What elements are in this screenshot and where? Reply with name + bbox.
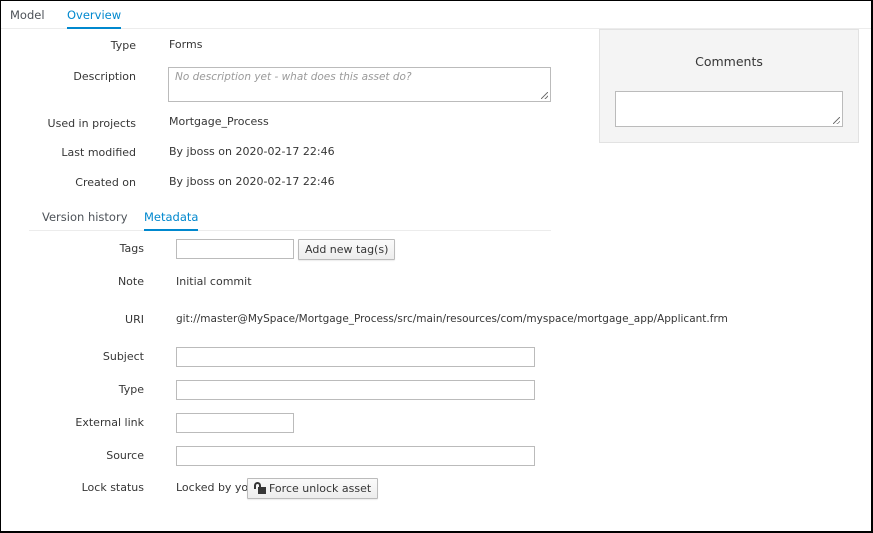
external-link-input[interactable] [176, 413, 294, 433]
description-label: Description [73, 70, 136, 83]
meta-type-input[interactable] [176, 380, 535, 400]
comments-panel: Comments [599, 29, 859, 143]
tags-input[interactable] [176, 239, 294, 259]
subject-input[interactable] [176, 347, 535, 367]
sub-tab-bar: Version history Metadata [29, 205, 551, 231]
add-tags-button[interactable]: Add new tag(s) [298, 239, 396, 260]
lock-status-value: Locked by you [176, 481, 256, 494]
source-label: Source [106, 449, 144, 462]
comments-title: Comments [695, 54, 763, 69]
uri-value: git://master@MySpace/Mortgage_Process/sr… [176, 313, 728, 325]
meta-type-label: Type [118, 383, 144, 396]
comments-input[interactable] [615, 91, 843, 127]
lock-status-label: Lock status [81, 481, 144, 494]
last-modified-value: By jboss on 2020-02-17 22:46 [169, 145, 335, 158]
tab-model[interactable]: Model [10, 8, 45, 28]
top-tab-bar: Model Overview [1, 1, 871, 29]
type-value: Forms [169, 38, 203, 51]
tab-version-history[interactable]: Version history [42, 210, 128, 230]
used-in-projects-label: Used in projects [47, 117, 136, 130]
used-in-projects-value: Mortgage_Process [169, 115, 269, 128]
force-unlock-label: Force unlock asset [269, 482, 372, 495]
created-on-label: Created on [75, 176, 136, 189]
unlock-icon [254, 482, 266, 494]
tab-overview[interactable]: Overview [67, 8, 122, 29]
note-value: Initial commit [176, 275, 252, 288]
tags-label: Tags [119, 242, 144, 255]
force-unlock-button[interactable]: Force unlock asset [247, 478, 379, 499]
created-on-value: By jboss on 2020-02-17 22:46 [169, 175, 335, 188]
description-placeholder: No description yet - what does this asse… [175, 71, 412, 83]
uri-label: URI [125, 313, 144, 326]
tab-metadata[interactable]: Metadata [144, 210, 199, 231]
last-modified-label: Last modified [61, 146, 136, 159]
description-input[interactable]: No description yet - what does this asse… [168, 67, 551, 102]
type-label: Type [110, 39, 136, 52]
external-link-label: External link [75, 416, 144, 429]
subject-label: Subject [102, 350, 144, 363]
resize-grip-icon[interactable] [541, 92, 548, 99]
note-label: Note [117, 275, 144, 288]
resize-grip-icon[interactable] [833, 117, 840, 124]
source-input[interactable] [176, 446, 535, 466]
